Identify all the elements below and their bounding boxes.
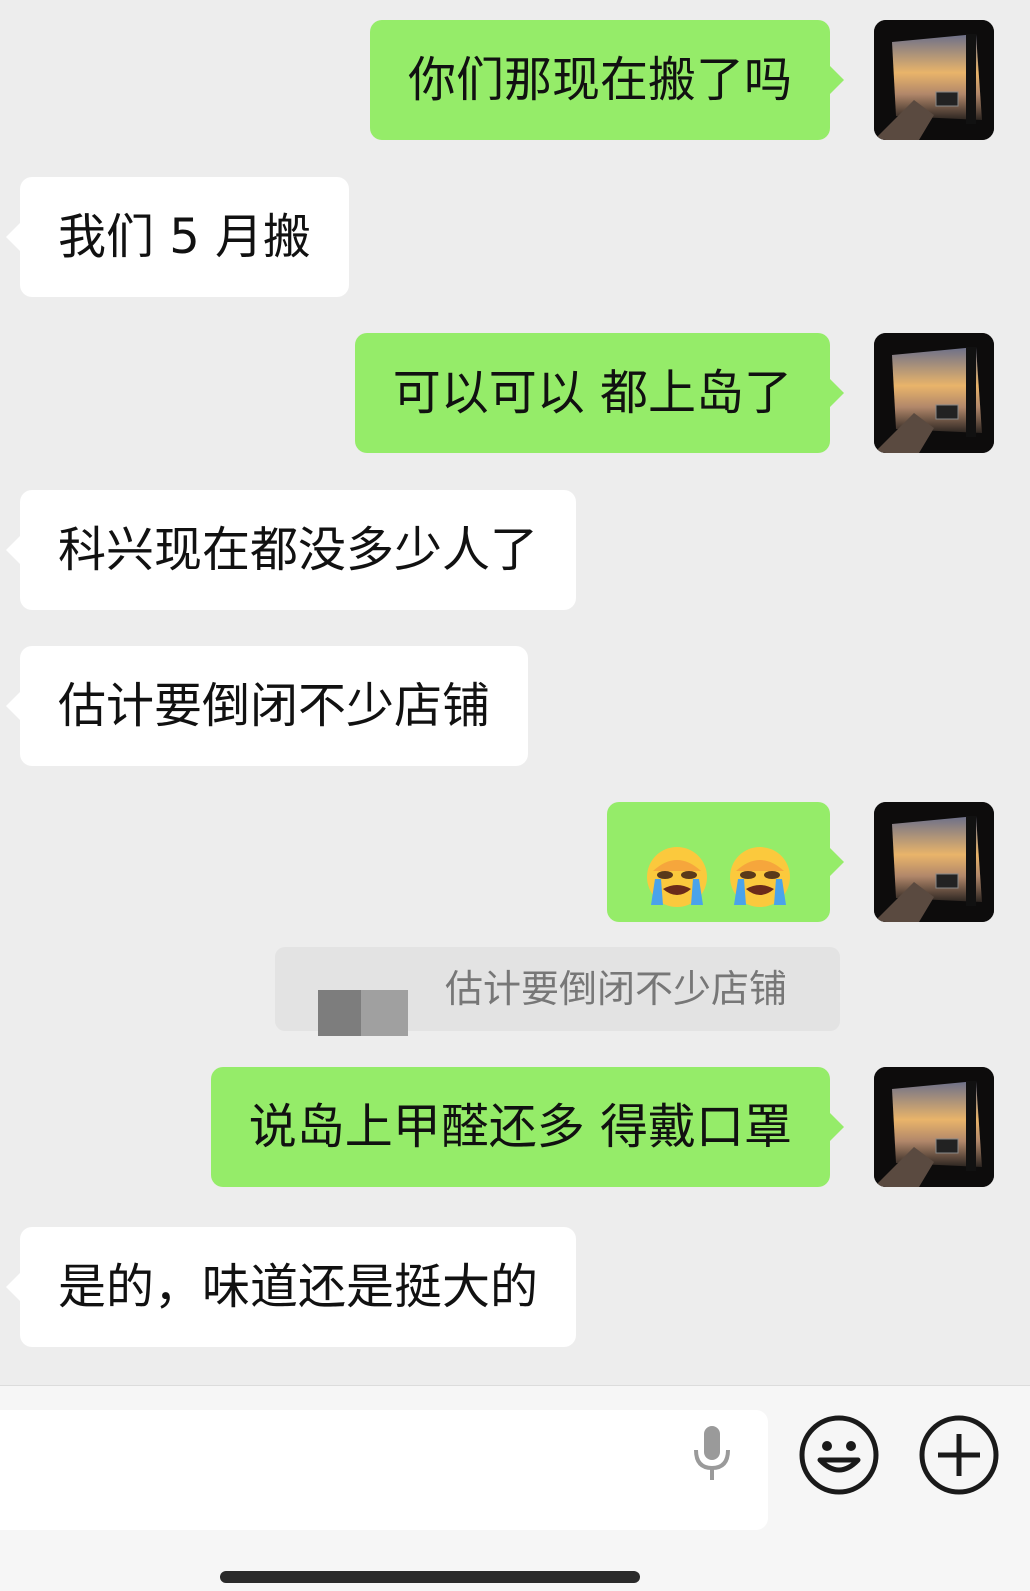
message-text: 你们那现在搬了吗 [407,52,792,108]
message-bubble-incoming[interactable]: 是的，味道还是挺大的 [5,1227,577,1347]
avatar-image [874,802,994,922]
message-bubble-outgoing[interactable]: 说岛上甲醛还多 得戴口罩 [210,1067,845,1187]
message-text: 可以可以 都上岛了 [392,365,792,421]
loudly-crying-face-icon [728,833,792,907]
avatar-image [874,20,994,140]
message-text: 科兴现在都没多少人了 [58,522,539,578]
avatar-image [874,1067,994,1187]
message-bubble-outgoing[interactable]: 你们那现在搬了吗 [369,20,845,140]
avatar[interactable] [874,333,994,453]
avatar-image [874,333,994,453]
chat-area: 你们那现在搬了吗 我们 5 月搬 可以可以 都上岛了 科兴现在都没多少人了 估计… [0,0,1030,1385]
microphone-icon[interactable] [690,1424,734,1484]
message-text: 估计要倒闭不少店铺 [58,678,491,734]
avatar[interactable] [874,802,994,922]
message-text: 是的，味道还是挺大的 [58,1259,539,1315]
home-indicator[interactable] [220,1571,640,1583]
message-input[interactable] [0,1410,768,1530]
plus-icon[interactable] [918,1414,1000,1496]
avatar[interactable] [874,20,994,140]
quoted-text: 估计要倒闭不少店铺 [445,967,788,1011]
emoji-icon[interactable] [798,1414,880,1496]
message-bubble-incoming[interactable]: 估计要倒闭不少店铺 [5,646,529,766]
loudly-crying-face-icon [645,833,709,907]
input-bar [0,1385,1030,1591]
message-bubble-outgoing[interactable] [606,802,845,922]
redacted-block [318,990,408,1036]
message-text: 说岛上甲醛还多 得戴口罩 [248,1099,792,1155]
avatar[interactable] [874,1067,994,1187]
message-text: 我们 5 月搬 [58,209,312,265]
message-bubble-incoming[interactable]: 科兴现在都没多少人了 [5,490,577,610]
message-bubble-incoming[interactable]: 我们 5 月搬 [5,177,350,297]
message-bubble-outgoing[interactable]: 可以可以 都上岛了 [354,333,845,453]
